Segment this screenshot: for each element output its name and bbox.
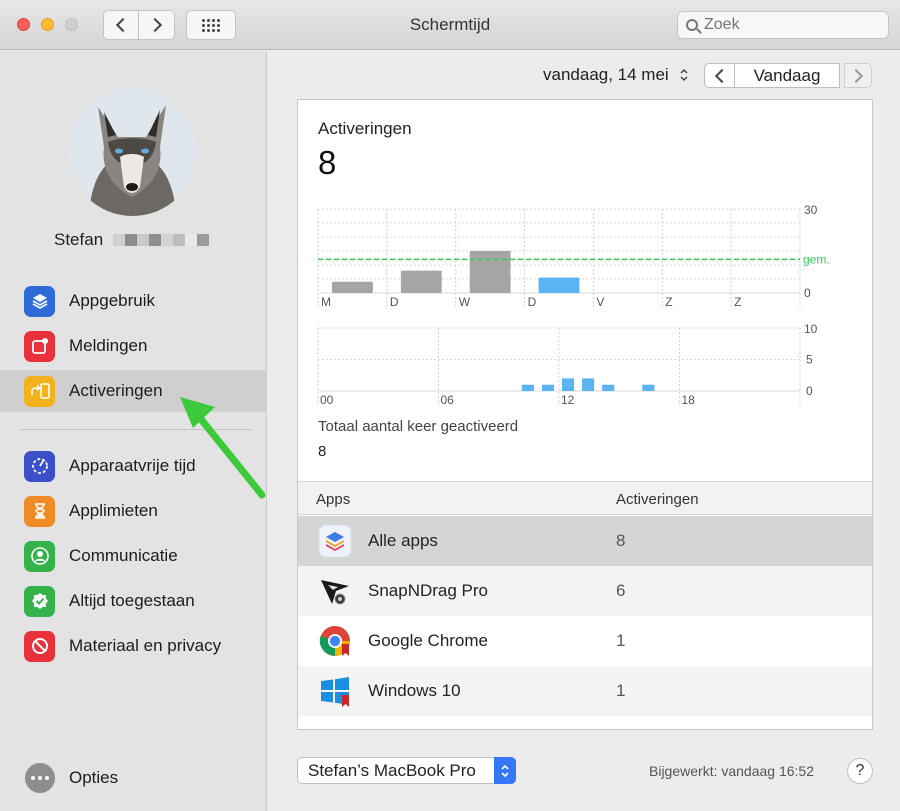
search-icon bbox=[686, 19, 698, 31]
options-icon[interactable] bbox=[25, 763, 55, 793]
average-label: gem. bbox=[803, 252, 830, 266]
up-down-chevron-icon[interactable] bbox=[679, 68, 689, 82]
all-apps-icon bbox=[318, 524, 352, 558]
device-selector[interactable]: Stefan’s MacBook Pro bbox=[297, 757, 516, 784]
bar-0 bbox=[332, 281, 373, 293]
contact-icon bbox=[24, 540, 55, 572]
table-row[interactable]: Google Chrome 1 bbox=[298, 616, 872, 666]
help-button[interactable]: ? bbox=[847, 758, 873, 784]
sidebar-item-label: Communicatie bbox=[69, 546, 178, 565]
sidebar-item-label: Activeringen bbox=[69, 381, 163, 400]
sidebar-item-altijd-toegestaan[interactable]: Altijd toegestaan bbox=[0, 580, 267, 622]
activations-panel: Activeringen 8 M D W D V Z Zgem. 30 0 00 06 12 18 10 5… bbox=[297, 99, 873, 730]
chrome-icon bbox=[319, 626, 350, 656]
app-name: Alle apps bbox=[368, 531, 438, 550]
windows-icon bbox=[321, 677, 349, 707]
app-activations: 1 bbox=[616, 681, 626, 700]
sidebar-item-label: Materiaal en privacy bbox=[69, 636, 222, 655]
app-name: Windows 10 bbox=[368, 681, 461, 700]
chevron-left-icon bbox=[714, 68, 729, 83]
app-activations: 1 bbox=[616, 631, 626, 650]
table-row[interactable]: Alle apps 8 bbox=[298, 516, 872, 566]
hour-tick-label: 00 bbox=[320, 393, 334, 407]
day-tick-label: M bbox=[321, 295, 331, 309]
sidebar-item-label: Apparaatvrije tijd bbox=[69, 456, 196, 475]
date-bar: vandaag, 14 mei Vandaag bbox=[0, 63, 900, 89]
sidebar: Stefan Appgebruik Meldingen Activeringen… bbox=[0, 51, 267, 811]
sidebar-divider bbox=[20, 429, 252, 430]
hour-bar-14 bbox=[602, 384, 615, 391]
user-name: Stefan bbox=[54, 230, 210, 250]
app-name: Google Chrome bbox=[368, 631, 489, 650]
sidebar-item-meldingen[interactable]: Meldingen bbox=[0, 325, 267, 367]
y-tick-label: 0 bbox=[806, 384, 813, 398]
table-row[interactable]: Windows 10 1 bbox=[298, 666, 872, 716]
total-value: 8 bbox=[318, 443, 327, 460]
date-selector[interactable]: vandaag, 14 mei bbox=[543, 65, 669, 85]
snapndrag-icon bbox=[321, 580, 349, 605]
hour-tick-label: 06 bbox=[441, 393, 455, 407]
previous-day-button[interactable] bbox=[704, 63, 735, 88]
sidebar-item-materiaal-en-privacy[interactable]: Materiaal en privacy bbox=[0, 625, 267, 667]
up-down-chevron-icon[interactable] bbox=[494, 757, 516, 784]
total-label: Totaal aantal keer geactiveerd bbox=[318, 418, 519, 435]
pickup-icon bbox=[24, 375, 55, 407]
hour-bar-10 bbox=[521, 384, 534, 391]
y-tick-label: 30 bbox=[804, 203, 818, 217]
hour-bar-11 bbox=[541, 384, 554, 391]
last-updated: Bijgewerkt: vandaag 16:52 bbox=[649, 763, 814, 779]
activations-charts: M D W D V Z Zgem.30000 06 12 181050 bbox=[317, 203, 830, 407]
search-input[interactable] bbox=[704, 16, 884, 34]
restriction-icon bbox=[24, 630, 55, 662]
sidebar-item-label: Appgebruik bbox=[69, 291, 156, 310]
column-header-apps[interactable]: Apps bbox=[316, 491, 350, 508]
hourglass-icon bbox=[24, 495, 55, 527]
search-field[interactable] bbox=[677, 11, 889, 39]
sidebar-item-applimieten[interactable]: Applimieten bbox=[0, 490, 267, 532]
hour-tick-label: 18 bbox=[682, 393, 696, 407]
hour-bar-16 bbox=[642, 384, 655, 391]
app-activations: 8 bbox=[616, 531, 626, 550]
app-activations: 6 bbox=[616, 581, 626, 600]
bar-2 bbox=[469, 251, 511, 293]
y-tick-label: 0 bbox=[804, 286, 811, 300]
chevron-right-icon bbox=[848, 68, 864, 83]
notification-icon bbox=[24, 330, 55, 362]
sidebar-item-apparaatvrije-tijd[interactable]: Apparaatvrije tijd bbox=[0, 445, 267, 487]
sidebar-item-communicatie[interactable]: Communicatie bbox=[0, 535, 267, 577]
table-row[interactable]: SnapNDrag Pro 6 bbox=[298, 566, 872, 616]
app-name: SnapNDrag Pro bbox=[368, 581, 489, 600]
today-button[interactable]: Vandaag bbox=[735, 63, 840, 88]
day-tick-label: V bbox=[596, 295, 604, 309]
downtime-icon bbox=[24, 450, 55, 482]
y-tick-label: 10 bbox=[804, 322, 818, 336]
hour-tick-label: 12 bbox=[561, 393, 575, 407]
avatar[interactable] bbox=[68, 87, 197, 216]
next-day-button[interactable] bbox=[844, 63, 872, 88]
table-header: Apps Activeringen bbox=[298, 481, 872, 515]
sidebar-item-label: Meldingen bbox=[69, 336, 148, 355]
day-tick-label: Z bbox=[665, 295, 672, 309]
hour-bar-12 bbox=[562, 378, 575, 391]
day-tick-label: Z bbox=[734, 295, 741, 309]
user-name-label: Stefan bbox=[54, 230, 104, 249]
layers-icon bbox=[24, 285, 55, 317]
day-tick-label: D bbox=[390, 295, 399, 309]
hour-bar-13 bbox=[582, 378, 595, 391]
day-tick-label: W bbox=[459, 295, 471, 309]
redacted-surname bbox=[113, 234, 210, 246]
sidebar-item-activeringen[interactable]: Activeringen bbox=[0, 370, 267, 412]
y-tick-label: 5 bbox=[806, 353, 813, 367]
bar-3 bbox=[538, 277, 580, 293]
bar-1 bbox=[400, 270, 442, 293]
sidebar-item-appgebruik[interactable]: Appgebruik bbox=[0, 280, 267, 322]
checkmark-icon bbox=[24, 585, 55, 617]
title-bar: Schermtijd bbox=[0, 0, 900, 50]
device-name: Stefan’s MacBook Pro bbox=[308, 760, 476, 780]
day-tick-label: D bbox=[528, 295, 537, 309]
sidebar-item-label: Altijd toegestaan bbox=[69, 591, 195, 610]
options-button[interactable]: Opties bbox=[69, 768, 118, 788]
column-header-activations[interactable]: Activeringen bbox=[616, 491, 699, 508]
sidebar-item-label: Applimieten bbox=[69, 501, 158, 520]
